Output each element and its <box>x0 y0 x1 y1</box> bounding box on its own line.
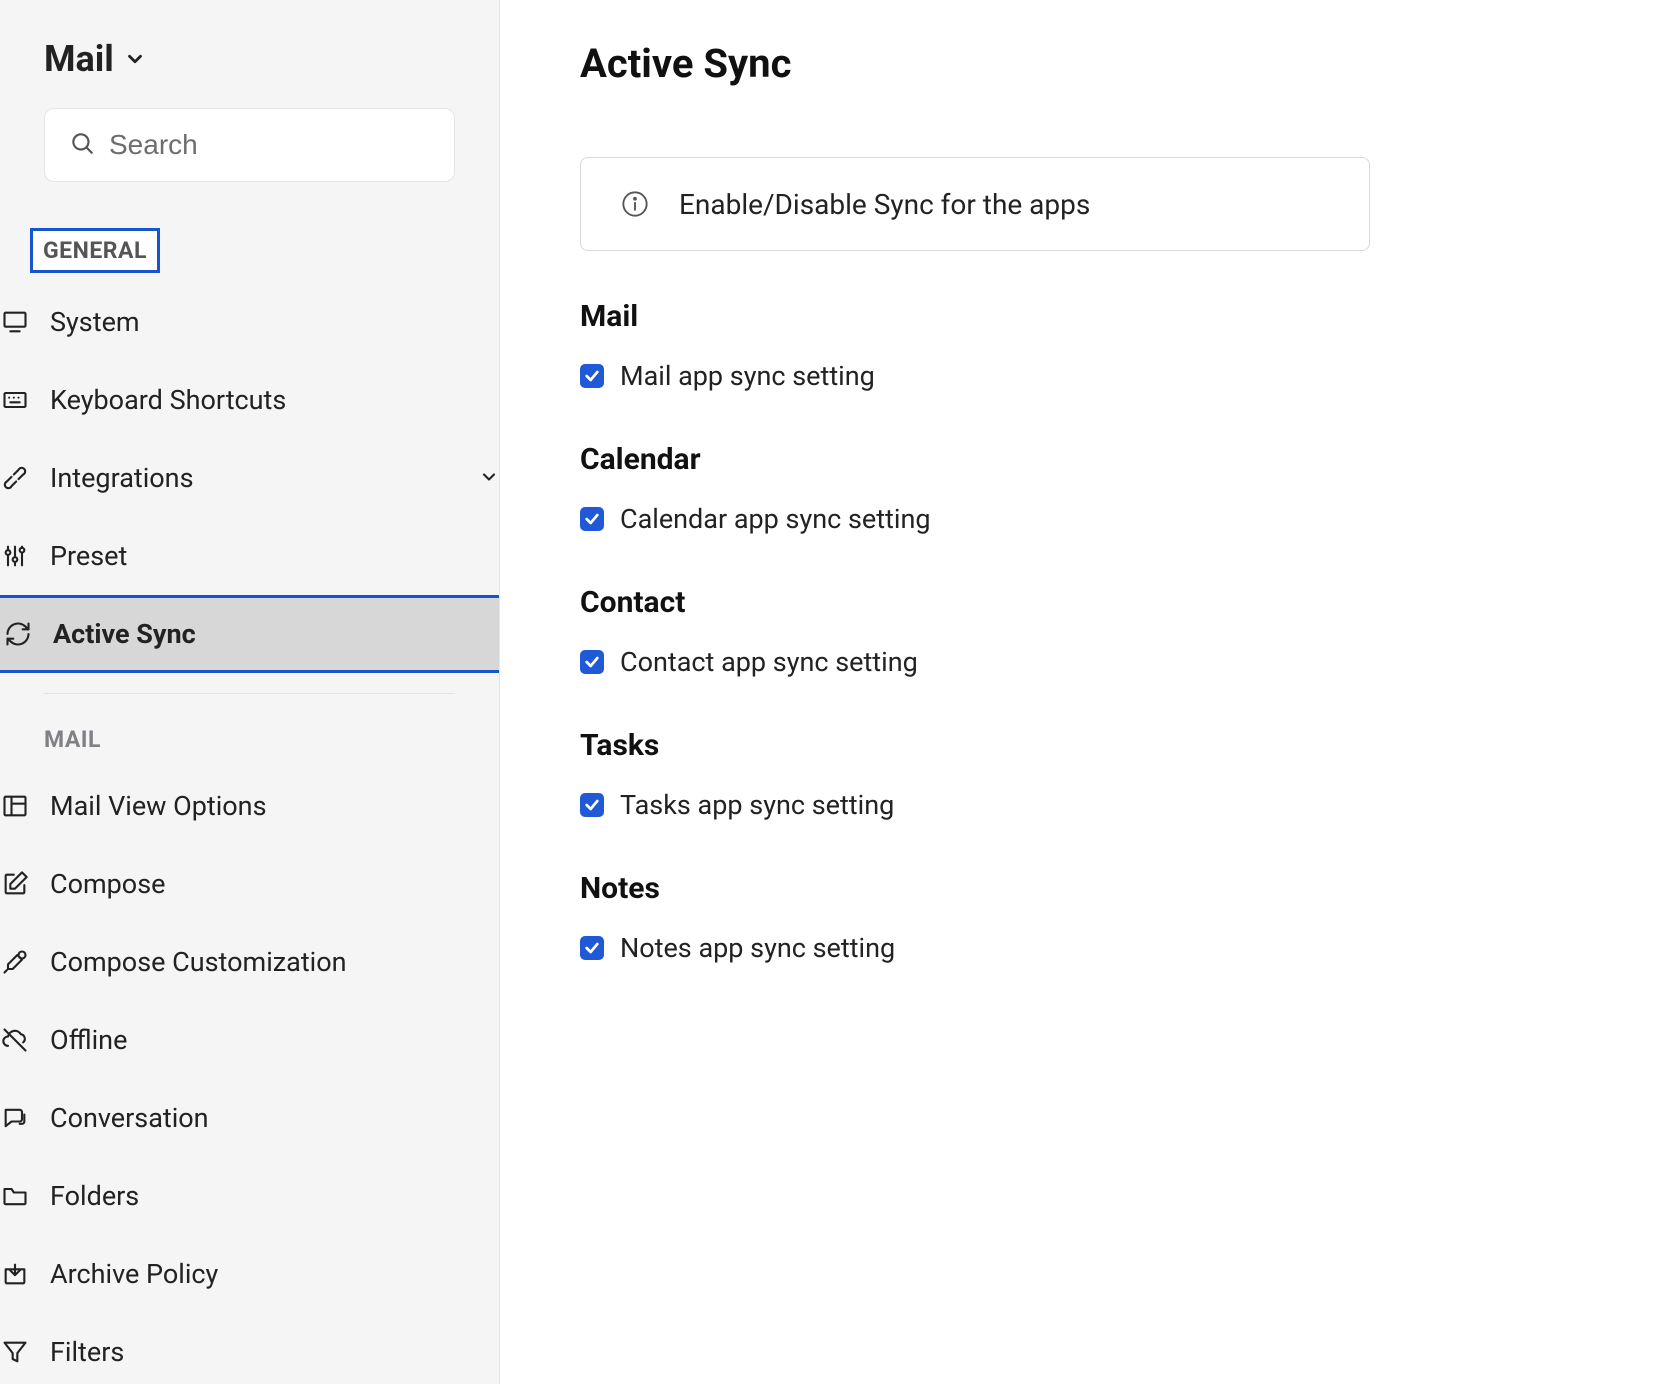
keyboard-icon <box>0 385 30 415</box>
plug-icon <box>0 463 30 493</box>
section-divider <box>44 693 455 694</box>
sync-setting-label: Calendar app sync setting <box>620 503 931 535</box>
sidebar-item-label: Compose Customization <box>50 946 347 978</box>
sliders-icon <box>0 541 30 571</box>
checkbox-checked-icon[interactable] <box>580 507 604 531</box>
sidebar-item-preset[interactable]: Preset <box>0 517 500 595</box>
sidebar-item-label: Mail View Options <box>50 790 267 822</box>
sync-section-tasks: Tasks Tasks app sync setting <box>580 728 1370 821</box>
checkbox-checked-icon[interactable] <box>580 936 604 960</box>
sidebar-item-label: System <box>50 306 140 338</box>
sync-icon <box>3 619 33 649</box>
sync-section-heading: Contact <box>580 585 1370 620</box>
chat-icon <box>0 1103 30 1133</box>
sync-setting-label: Tasks app sync setting <box>620 789 894 821</box>
folder-icon <box>0 1181 30 1211</box>
sidebar-item-label: Integrations <box>50 462 194 494</box>
sidebar-item-compose-customization[interactable]: Compose Customization <box>0 923 500 1001</box>
sidebar-item-folders[interactable]: Folders <box>0 1157 500 1235</box>
sidebar-item-compose[interactable]: Compose <box>0 845 500 923</box>
checkbox-checked-icon[interactable] <box>580 650 604 674</box>
sidebar-item-keyboard-shortcuts[interactable]: Keyboard Shortcuts <box>0 361 500 439</box>
sync-section-contact: Contact Contact app sync setting <box>580 585 1370 678</box>
search-icon <box>69 130 95 160</box>
settings-sidebar: Mail GENERAL System <box>0 0 500 1384</box>
filter-icon <box>0 1337 30 1367</box>
sidebar-item-label: Compose <box>50 868 165 900</box>
sync-setting-row[interactable]: Contact app sync setting <box>580 646 1370 678</box>
sync-setting-row[interactable]: Calendar app sync setting <box>580 503 1370 535</box>
sync-setting-row[interactable]: Notes app sync setting <box>580 932 1370 964</box>
app-switcher-label: Mail <box>44 38 114 80</box>
checkbox-checked-icon[interactable] <box>580 364 604 388</box>
sidebar-item-label: Conversation <box>50 1102 209 1134</box>
sidebar-item-offline[interactable]: Offline <box>0 1001 500 1079</box>
sync-section-notes: Notes Notes app sync setting <box>580 871 1370 964</box>
section-label-mail: MAIL <box>44 722 455 757</box>
chevron-down-icon <box>479 462 499 494</box>
sync-section-heading: Tasks <box>580 728 1370 763</box>
sidebar-item-archive-policy[interactable]: Archive Policy <box>0 1235 500 1313</box>
sidebar-item-label: Preset <box>50 540 127 572</box>
nav-general: System Keyboard Shortcuts Integrations <box>0 283 500 673</box>
archive-icon <box>0 1259 30 1289</box>
sync-section-heading: Calendar <box>580 442 1370 477</box>
layout-icon <box>0 791 30 821</box>
edit-icon <box>0 869 30 899</box>
section-label-general: GENERAL <box>30 228 160 273</box>
sync-setting-label: Notes app sync setting <box>620 932 895 964</box>
app-switcher[interactable]: Mail <box>44 38 455 80</box>
sync-section-heading: Mail <box>580 299 1370 334</box>
page-title: Active Sync <box>580 40 1370 87</box>
sidebar-item-conversation[interactable]: Conversation <box>0 1079 500 1157</box>
main-content: Active Sync Enable/Disable Sync for the … <box>500 0 1670 1384</box>
info-text: Enable/Disable Sync for the apps <box>679 188 1090 221</box>
sidebar-item-label: Active Sync <box>53 618 196 650</box>
sidebar-item-label: Keyboard Shortcuts <box>50 384 286 416</box>
sync-section-mail: Mail Mail app sync setting <box>580 299 1370 392</box>
sidebar-item-label: Filters <box>50 1336 124 1368</box>
sync-section-calendar: Calendar Calendar app sync setting <box>580 442 1370 535</box>
checkbox-checked-icon[interactable] <box>580 793 604 817</box>
sidebar-item-label: Archive Policy <box>50 1258 218 1290</box>
monitor-icon <box>0 307 30 337</box>
nav-mail: Mail View Options Compose Compose Custom… <box>0 767 500 1384</box>
sidebar-item-filters[interactable]: Filters <box>0 1313 500 1384</box>
sync-setting-row[interactable]: Tasks app sync setting <box>580 789 1370 821</box>
sidebar-item-label: Folders <box>50 1180 139 1212</box>
search-input[interactable] <box>109 129 470 161</box>
search-field[interactable] <box>44 108 455 182</box>
sync-setting-label: Mail app sync setting <box>620 360 875 392</box>
info-banner: Enable/Disable Sync for the apps <box>580 157 1370 251</box>
sync-section-heading: Notes <box>580 871 1370 906</box>
sidebar-item-mail-view-options[interactable]: Mail View Options <box>0 767 500 845</box>
sidebar-item-label: Offline <box>50 1024 127 1056</box>
sidebar-item-integrations[interactable]: Integrations <box>0 439 500 517</box>
tools-icon <box>0 947 30 977</box>
sidebar-item-system[interactable]: System <box>0 283 500 361</box>
cloud-off-icon <box>0 1025 30 1055</box>
sync-setting-row[interactable]: Mail app sync setting <box>580 360 1370 392</box>
sidebar-item-active-sync[interactable]: Active Sync <box>0 595 500 673</box>
chevron-down-icon <box>124 48 146 70</box>
info-icon <box>621 190 649 218</box>
sync-setting-label: Contact app sync setting <box>620 646 918 678</box>
